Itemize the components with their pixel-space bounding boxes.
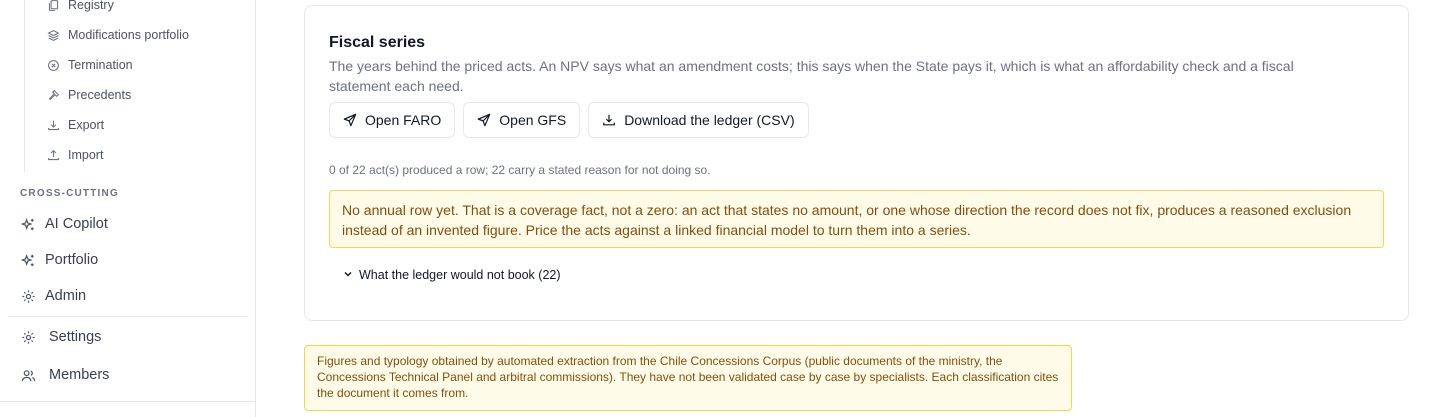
users-icon [20,367,36,383]
sidebar-item-label: Modifications portfolio [68,28,189,42]
sidebar-item-settings[interactable]: Settings [20,325,101,349]
card-title: Fiscal series [329,34,426,51]
sidebar-divider [0,401,256,402]
ledger-exclusions-disclosure[interactable]: What the ledger would not book (22) [343,268,561,282]
download-ledger-button[interactable]: Download the ledger (CSV) [588,102,809,138]
documents-icon [46,0,60,12]
sidebar-item-members[interactable]: Members [20,363,109,387]
sidebar-item-admin[interactable]: Admin [20,284,86,308]
sidebar-item-precedents[interactable]: Precedents [46,85,131,105]
sidebar-item-portfolio[interactable]: Portfolio [20,248,98,272]
coverage-count-note: 0 of 22 act(s) produced a row; 22 carry … [329,163,711,177]
sidebar-item-ai-copilot[interactable]: AI Copilot [20,212,108,236]
sidebar-item-registry[interactable]: Registry [46,0,114,15]
send-icon [343,113,357,127]
coverage-warning-alert: No annual row yet. That is a coverage fa… [329,190,1384,248]
gear-icon [20,329,36,345]
sidebar-item-label: Portfolio [45,252,99,268]
sidebar-item-import[interactable]: Import [46,145,103,165]
gear-icon [20,288,36,304]
button-label: Download the ledger (CSV) [624,112,795,128]
button-label: Open FARO [365,112,442,128]
sidebar-item-modifications-portfolio[interactable]: Modifications portfolio [46,25,189,45]
fiscal-series-card: Fiscal series The years behind the price… [304,5,1409,321]
sidebar-item-label: Import [68,148,104,162]
subnav-guide-line [24,0,25,172]
sidebar-item-export[interactable]: Export [46,115,104,135]
upload-icon [46,148,60,162]
sidebar-item-label: Admin [45,288,87,304]
download-icon [602,113,616,127]
action-buttons: Open FARO Open GFS Download the ledger (… [329,102,809,138]
button-label: Open GFS [499,112,567,128]
sidebar-item-label: Registry [68,0,114,12]
sidebar-item-label: Members [49,367,110,383]
sidebar-item-label: Termination [68,58,133,72]
sidebar-item-label: Settings [49,329,102,345]
sidebar: Registry Modifications portfolio Termina… [0,0,256,417]
chevron-down-icon [343,268,353,282]
sparkles-icon [20,252,36,268]
section-label-cross-cutting: CROSS-CUTTING [20,188,119,199]
x-circle-icon [46,58,60,72]
sidebar-item-termination[interactable]: Termination [46,55,133,75]
sidebar-item-label: AI Copilot [45,216,108,232]
sidebar-item-label: Export [68,118,105,132]
open-gfs-button[interactable]: Open GFS [463,102,581,138]
download-icon [46,118,60,132]
send-icon [477,113,491,127]
sidebar-item-label: Precedents [68,88,132,102]
disclosure-label: What the ledger would not book (22) [359,268,561,282]
open-faro-button[interactable]: Open FARO [329,102,456,138]
layers-icon [46,28,60,42]
card-description: The years behind the priced acts. An NPV… [329,58,1294,94]
sidebar-divider [8,316,247,317]
data-disclaimer-note: Figures and typology obtained by automat… [304,345,1072,411]
gavel-icon [46,88,60,102]
sparkles-icon [20,216,36,232]
